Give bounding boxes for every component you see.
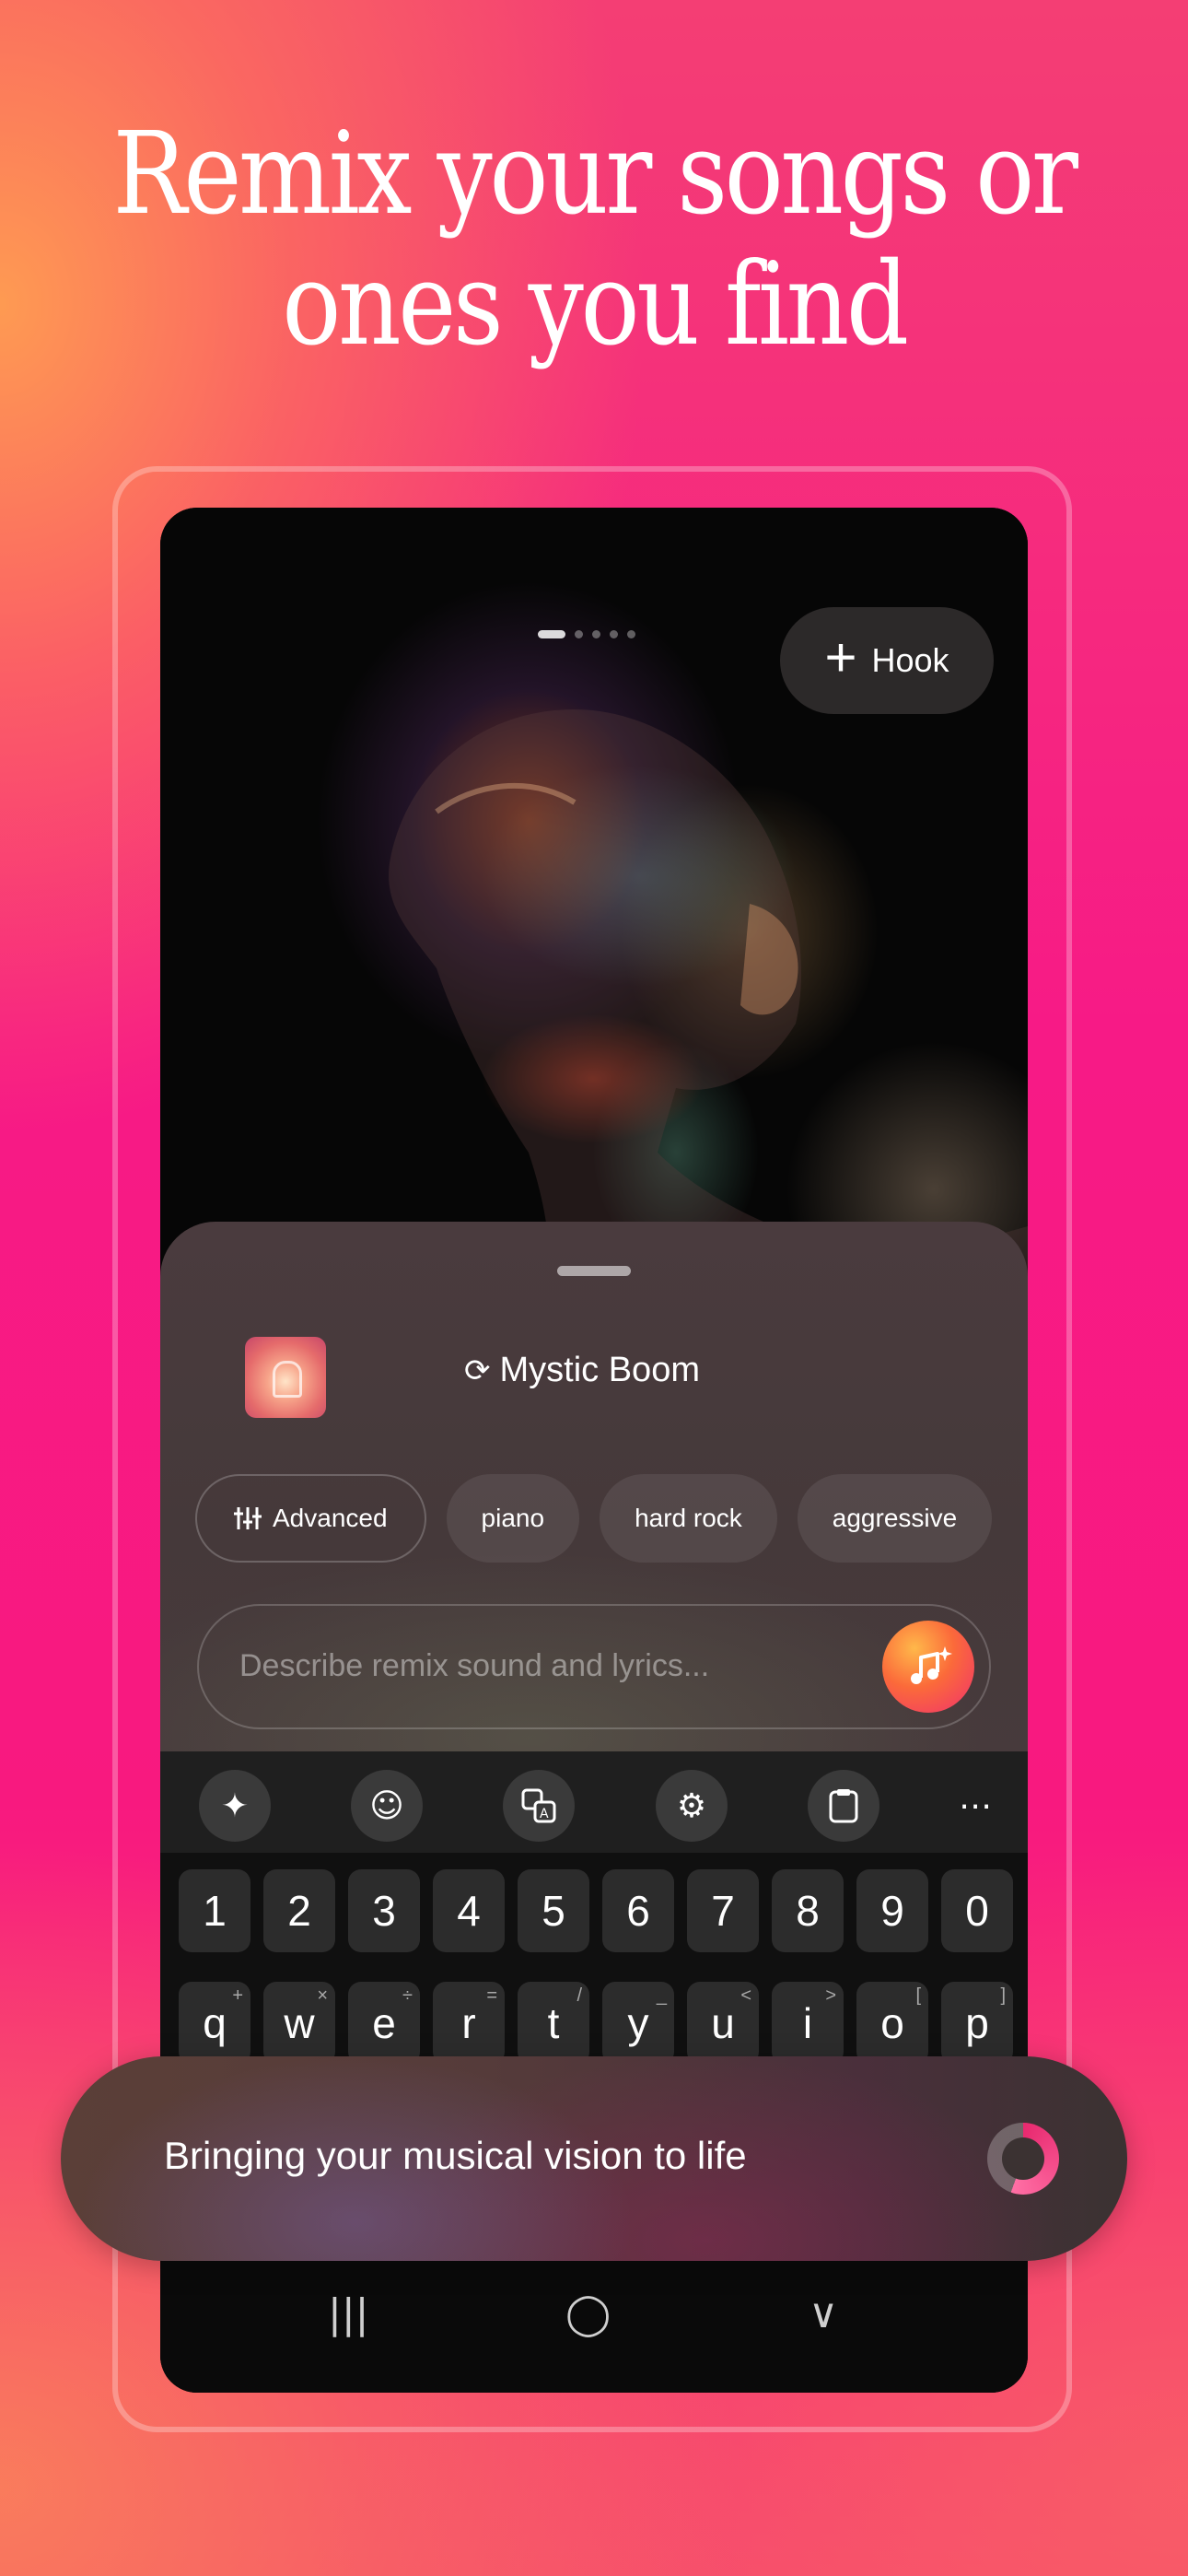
hook-button-label: Hook xyxy=(871,641,949,679)
hook-button[interactable]: + Hook xyxy=(780,607,994,714)
key[interactable]: 2 xyxy=(263,1869,335,1952)
key-sub: ] xyxy=(1000,1985,1006,2006)
carousel-dot xyxy=(610,630,618,638)
carousel-dot xyxy=(627,630,635,638)
headline-line-1: Remix your songs or xyxy=(112,108,1077,240)
clipboard-icon[interactable] xyxy=(808,1770,879,1842)
chip-hard-rock[interactable]: hard rock xyxy=(600,1474,777,1563)
remix-prompt-input[interactable]: Describe remix sound and lyrics... xyxy=(197,1604,991,1729)
headline: Remix your songs or ones you find xyxy=(83,109,1104,370)
toast-message: Bringing your musical vision to life xyxy=(164,2134,747,2177)
key-i[interactable]: i > xyxy=(772,1982,844,2065)
key[interactable]: 0 xyxy=(941,1869,1013,1952)
svg-text:A: A xyxy=(540,1807,549,1821)
remix-sheet: ⟳ Mystic Boom Advanced piano hard rock a… xyxy=(160,1222,1028,1774)
chip-label: aggressive xyxy=(832,1504,958,1532)
plus-icon: + xyxy=(824,626,857,688)
key-label: o xyxy=(880,1999,904,2047)
key[interactable]: 4 xyxy=(433,1869,505,1952)
music-sparkle-icon xyxy=(911,1646,952,1684)
key-e[interactable]: e ÷ xyxy=(348,1982,420,2065)
song-title: Mystic Boom xyxy=(499,1351,700,1389)
key-sub: > xyxy=(825,1985,836,2006)
key[interactable]: 1 xyxy=(179,1869,250,1952)
style-chips: Advanced piano hard rock aggressive xyxy=(195,1474,993,1563)
key-sub: × xyxy=(317,1985,328,2006)
key[interactable]: 3 xyxy=(348,1869,420,1952)
chip-label: Advanced xyxy=(273,1504,388,1532)
gear-icon[interactable]: ⚙ xyxy=(656,1770,728,1842)
system-navbar: ||| ◯ ∨ xyxy=(160,2240,1028,2393)
carousel-dot xyxy=(575,630,583,638)
home-icon[interactable]: ◯ xyxy=(565,2290,611,2337)
key-sub: ÷ xyxy=(402,1985,413,2006)
key-label: i xyxy=(802,1999,813,2047)
key-label: q xyxy=(203,1999,227,2047)
key-q[interactable]: q + xyxy=(179,1982,250,2065)
chip-label: piano xyxy=(481,1504,545,1532)
key-sub: / xyxy=(577,1985,582,2006)
translate-icon[interactable]: A xyxy=(503,1770,575,1842)
progress-toast: Bringing your musical vision to life xyxy=(61,2056,1127,2261)
carousel-dot-active xyxy=(538,630,565,638)
key-sub: = xyxy=(486,1985,497,2006)
key[interactable]: 8 xyxy=(772,1869,844,1952)
carousel-dot xyxy=(592,630,600,638)
song-selector[interactable]: ⟳ Mystic Boom xyxy=(464,1351,700,1390)
sliders-icon xyxy=(234,1507,262,1529)
key-sub: < xyxy=(740,1985,751,2006)
chip-aggressive[interactable]: aggressive xyxy=(797,1474,993,1563)
advanced-chip[interactable]: Advanced xyxy=(195,1474,426,1563)
cover-art: + Hook xyxy=(160,508,1028,1337)
key[interactable]: 9 xyxy=(856,1869,928,1952)
chip-label: hard rock xyxy=(635,1504,742,1532)
carousel-indicator xyxy=(538,630,635,638)
prompt-placeholder: Describe remix sound and lyrics... xyxy=(239,1648,710,1683)
key-t[interactable]: t / xyxy=(518,1982,589,2065)
recents-icon[interactable]: ||| xyxy=(328,2290,368,2337)
back-icon[interactable]: ∨ xyxy=(809,2290,838,2337)
key-r[interactable]: r = xyxy=(433,1982,505,2065)
keyboard-toolbar: ✦ ☺ A ⚙ ⋯ xyxy=(160,1751,1028,1853)
key-label: p xyxy=(965,1999,989,2047)
song-thumbnail[interactable] xyxy=(245,1337,326,1418)
swap-icon: ⟳ xyxy=(464,1352,491,1388)
key[interactable]: 5 xyxy=(518,1869,589,1952)
key-label: t xyxy=(547,1999,560,2047)
more-icon[interactable]: ⋯ xyxy=(939,1770,1011,1842)
key-label: u xyxy=(711,1999,735,2047)
chip-piano[interactable]: piano xyxy=(446,1474,580,1563)
key[interactable]: 7 xyxy=(687,1869,759,1952)
loading-spinner-icon xyxy=(987,2123,1059,2195)
key-p[interactable]: p] xyxy=(941,1982,1013,2065)
keyboard: 1 2 3 4 5 6 7 8 9 0 q + w × e ÷ r = t / y _ u <… xyxy=(160,1853,1028,2074)
headline-line-2: ones you find xyxy=(282,239,909,371)
sheet-drag-handle[interactable] xyxy=(557,1266,631,1276)
key-sub: _ xyxy=(656,1985,667,2006)
key-label: w xyxy=(284,1999,315,2047)
key-u[interactable]: u < xyxy=(687,1982,759,2065)
sparkle-icon[interactable]: ✦ xyxy=(199,1770,271,1842)
emoji-icon[interactable]: ☺ xyxy=(351,1770,423,1842)
key[interactable]: 6 xyxy=(602,1869,674,1952)
key-w[interactable]: w × xyxy=(263,1982,335,2065)
key-label: r xyxy=(461,1999,476,2047)
key-o[interactable]: o[ xyxy=(856,1982,928,2065)
key-y[interactable]: y _ xyxy=(602,1982,674,2065)
key-sub: + xyxy=(232,1985,243,2006)
key-sub: [ xyxy=(915,1985,921,2006)
key-label: y xyxy=(627,1999,649,2047)
generate-button[interactable] xyxy=(882,1621,974,1713)
key-label: e xyxy=(372,1999,396,2047)
